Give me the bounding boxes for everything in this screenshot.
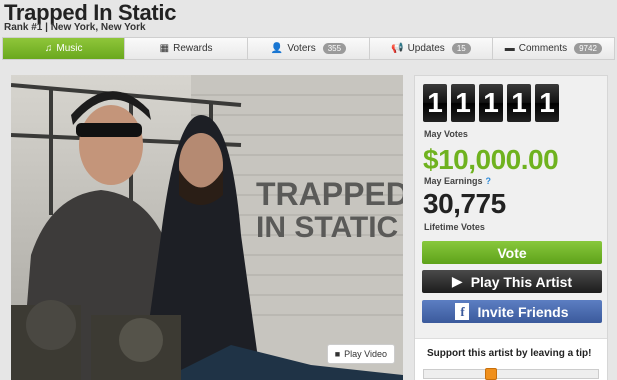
tip-prompt: Support this artist by leaving a tip! (427, 348, 592, 359)
vote-counter: 1 1 1 1 1 (423, 84, 559, 122)
tip-slider-handle[interactable] (485, 368, 497, 380)
tab-voters[interactable]: 👤 Voters 355 (246, 38, 369, 59)
help-icon[interactable]: ? (486, 176, 492, 186)
play-video-button[interactable]: ■ Play Video (326, 344, 395, 364)
counter-digit: 1 (479, 84, 503, 122)
vote-button[interactable]: Vote (422, 241, 602, 264)
tip-section: Support this artist by leaving a tip! (415, 338, 607, 380)
comment-icon: ▬ (504, 43, 515, 54)
tab-updates[interactable]: 📢 Updates 15 (369, 38, 491, 59)
tab-label: Voters (287, 43, 316, 54)
voters-count-badge: 355 (322, 43, 347, 54)
tab-label: Comments (518, 43, 568, 54)
band-photo-illustration: TRAPPED IN STATIC (11, 75, 403, 380)
overlay-text-line2: IN STATIC (256, 211, 398, 244)
may-votes-label: May Votes (424, 129, 468, 139)
facebook-icon: f (455, 303, 470, 320)
grid-icon: ▦ (159, 43, 170, 54)
tab-label: Rewards (173, 43, 213, 54)
play-artist-label: Play This Artist (470, 273, 573, 290)
counter-digit: 1 (535, 84, 559, 122)
vote-button-label: Vote (497, 244, 527, 261)
tip-slider[interactable] (423, 368, 599, 380)
artist-page: Trapped In Static Rank #1 | New York, Ne… (0, 0, 617, 380)
invite-friends-label: Invite Friends (477, 303, 569, 320)
megaphone-icon: 📢 (391, 43, 404, 54)
may-earnings-row: May Earnings? (424, 176, 491, 186)
counter-digit: 1 (451, 84, 475, 122)
tab-music[interactable]: ♫ Music (3, 38, 125, 59)
page-header: Trapped In Static Rank #1 | New York, Ne… (0, 0, 617, 36)
counter-digit: 1 (423, 84, 447, 122)
may-earnings-value: $10,000.00 (423, 144, 559, 175)
play-artist-button[interactable]: ▶ Play This Artist (422, 270, 602, 293)
invite-friends-button[interactable]: f Invite Friends (422, 300, 602, 323)
may-earnings-label: May Earnings (424, 176, 483, 186)
video-camera-icon: ■ (334, 349, 341, 359)
music-note-icon: ♫ (44, 43, 53, 54)
play-video-label: Play Video (344, 349, 387, 359)
comments-count-badge: 9742 (574, 43, 602, 54)
user-icon: 👤 (270, 43, 284, 54)
lifetime-votes-value: 30,775 (423, 188, 506, 219)
artist-photo[interactable]: TRAPPED IN STATIC ■ Play Video (11, 75, 403, 380)
lifetime-votes-label: Lifetime Votes (424, 222, 485, 232)
tab-rewards[interactable]: ▦ Rewards (124, 38, 246, 59)
play-icon: ▶ (451, 273, 463, 289)
tab-comments[interactable]: ▬ Comments 9742 (491, 38, 614, 59)
stats-panel: 1 1 1 1 1 May Votes $10,000.00 May Earni… (414, 75, 608, 380)
counter-digit: 1 (507, 84, 531, 122)
tab-label: Updates (407, 43, 445, 54)
tab-label: Music (56, 43, 83, 54)
updates-count-badge: 15 (451, 43, 471, 54)
rank-location: Rank #1 | New York, New York (4, 22, 146, 33)
overlay-text-line1: TRAPPED (256, 176, 403, 212)
tab-bar: ♫ Music ▦ Rewards 👤 Voters 355 📢 Updates… (2, 37, 615, 60)
